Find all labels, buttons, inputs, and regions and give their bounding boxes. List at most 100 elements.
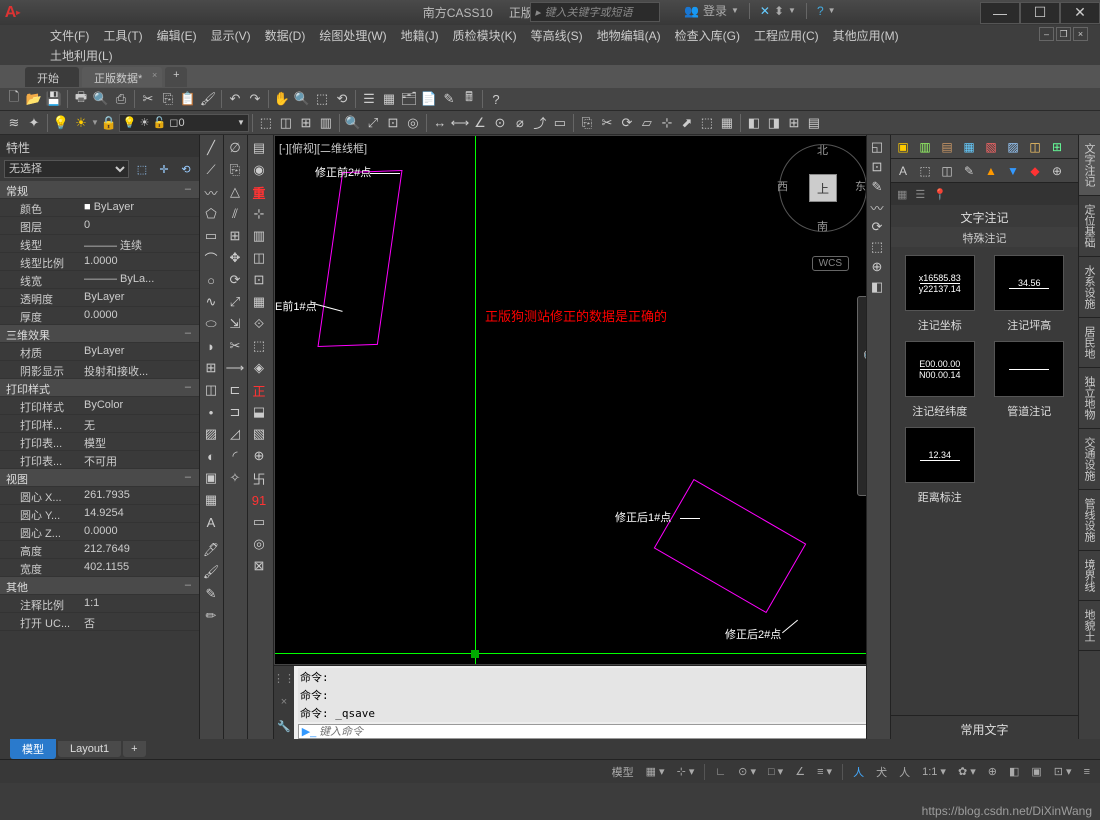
mod7[interactable]: ⬚ [697,113,717,133]
status-ortho[interactable]: ∟ [711,763,730,781]
palette-item[interactable]: x16585.83y22137.14注记坐标 [899,255,981,333]
zoom-prev-icon[interactable]: ⟲ [332,89,352,109]
pan-icon[interactable]: ✋ [272,89,292,109]
infocenter-icon[interactable]: 👥 [684,4,699,18]
cass20[interactable]: ⊠ [248,555,270,577]
mdi-restore-icon[interactable]: ❐ [1056,27,1071,41]
block-icon[interactable]: ◫ [200,379,222,401]
menu-edit[interactable]: 编辑(E) [157,27,197,44]
region-icon[interactable]: ▣ [200,467,222,489]
erase-icon[interactable]: ∅ [224,137,246,159]
dim7[interactable]: ▭ [550,113,570,133]
cass13[interactable]: ⬓ [248,401,270,423]
palette-item[interactable]: 管道注记 [989,341,1071,419]
cass3[interactable]: 重 [248,181,270,203]
app-logo[interactable]: A▸ [0,0,25,25]
status-person[interactable]: 人 [849,763,868,781]
help2-icon[interactable]: ? [486,89,506,109]
a360-icon[interactable]: ⬍ [774,4,784,18]
side-tab[interactable]: 境界线 [1079,551,1100,601]
point-icon[interactable]: • [200,401,222,423]
help-search-input[interactable]: ▸键入关键字或短语 [530,2,660,22]
rp7[interactable]: ◫ [1025,137,1045,157]
cmd-close-icon[interactable]: × [281,696,287,708]
menu-view[interactable]: 显示(V) [211,27,251,44]
paste-icon[interactable]: 📋 [178,89,198,109]
mod6[interactable]: ⬈ [677,113,697,133]
prop-row[interactable]: 注释比例1:1 [0,595,199,613]
ellipse-icon[interactable]: ⬭ [200,313,222,335]
rect-icon[interactable]: ▭ [200,225,222,247]
lock-icon[interactable]: 🔒 [99,113,119,133]
prop-row[interactable]: 阴影显示投射和接收... [0,361,199,379]
prop-row[interactable]: 宽度402.1155 [0,559,199,577]
layermgr-icon[interactable]: ≋ [4,113,24,133]
status-x[interactable]: ◧ [1005,763,1023,781]
pal-pin-icon[interactable]: 📍 [933,188,947,201]
break-icon[interactable]: ⊏ [224,379,246,401]
rt3[interactable]: ✎ [867,177,887,197]
menu-qc[interactable]: 质检模块(K) [453,27,517,44]
prop-row[interactable]: 厚度0.0000 [0,307,199,325]
status-grid[interactable]: ▦ ▾ [642,763,669,781]
cass16[interactable]: 卐 [248,467,270,489]
status-lw[interactable]: ≡ ▾ [813,763,836,781]
markup-icon[interactable]: ✎ [439,89,459,109]
status-y[interactable]: ▣ [1027,763,1045,781]
pickadd-icon[interactable]: ✛ [155,160,173,178]
rp15[interactable]: ◆ [1025,161,1045,181]
status-p3[interactable]: 人 [895,763,914,781]
ellipsearc-icon[interactable]: ◗ [200,335,222,357]
polygon-icon[interactable]: ⬠ [200,203,222,225]
cass18[interactable]: ▭ [248,511,270,533]
side-tab[interactable]: 文字注记 [1079,135,1100,196]
cass14[interactable]: ▧ [248,423,270,445]
line-icon[interactable]: ╱ [200,137,222,159]
prop-row[interactable]: 打印样...无 [0,415,199,433]
palette-footer[interactable]: 常用文字 [891,715,1078,739]
dim2[interactable]: ⟷ [450,113,470,133]
zoom-icon[interactable]: 🔍 [292,89,312,109]
status-snap[interactable]: ⊹ ▾ [673,763,699,781]
rp14[interactable]: ▼ [1003,161,1023,181]
cass7[interactable]: ⊡ [248,269,270,291]
drawing-canvas[interactable]: [-][俯视][二维线框] 修正前2#点 E前1#点 修正后1#点 修正后2#点… [274,135,890,665]
trim-icon[interactable]: ✂ [224,335,246,357]
prop-row[interactable]: 材质ByLayer [0,343,199,361]
undo-icon[interactable]: ↶ [225,89,245,109]
layerstate-icon[interactable]: ✦ [24,113,44,133]
help-icon[interactable]: ? [817,4,824,18]
status-p2[interactable]: 犬 [872,763,891,781]
rp12[interactable]: ✎ [959,161,979,181]
maximize-button[interactable]: ☐ [1020,2,1060,24]
rp16[interactable]: ⊕ [1047,161,1067,181]
menu-data[interactable]: 数据(D) [265,27,306,44]
extend-icon[interactable]: ⟶ [224,357,246,379]
menu-engineering[interactable]: 工程应用(C) [754,27,819,44]
status-otrack[interactable]: ∠ [791,763,809,781]
gradient-icon[interactable]: ◐ [200,445,222,467]
prop-row[interactable]: 打印表...模型 [0,433,199,451]
mirror-icon[interactable]: △ [224,181,246,203]
t-d[interactable]: ▥ [316,113,336,133]
prop-row[interactable]: 线宽——— ByLa... [0,271,199,289]
dcenter-icon[interactable]: ▦ [379,89,399,109]
ext3[interactable]: ⊞ [784,113,804,133]
viewport-label[interactable]: [-][俯视][二维线框] [279,140,367,156]
rt4[interactable]: 〰 [867,197,887,217]
selectobj-icon[interactable]: ⟲ [177,160,195,178]
brush4-icon[interactable]: ✏ [200,605,222,627]
rp1[interactable]: ▣ [893,137,913,157]
t-b[interactable]: ◫ [276,113,296,133]
prop-section[interactable]: 打印样式 [0,379,199,397]
origin-handle[interactable] [471,650,479,658]
wcs-label[interactable]: WCS [812,256,849,271]
xline-icon[interactable]: ⟋ [200,159,222,181]
scale-icon[interactable]: ⤢ [224,291,246,313]
mdi-min-icon[interactable]: – [1039,27,1054,41]
cmd-tool-icon[interactable]: 🔧 [277,720,291,733]
palette-item[interactable]: E00.00.00N00.00.14注记经纬度 [899,341,981,419]
rt1[interactable]: ◱ [867,137,887,157]
cass11[interactable]: ◈ [248,357,270,379]
spline-icon[interactable]: ∿ [200,291,222,313]
